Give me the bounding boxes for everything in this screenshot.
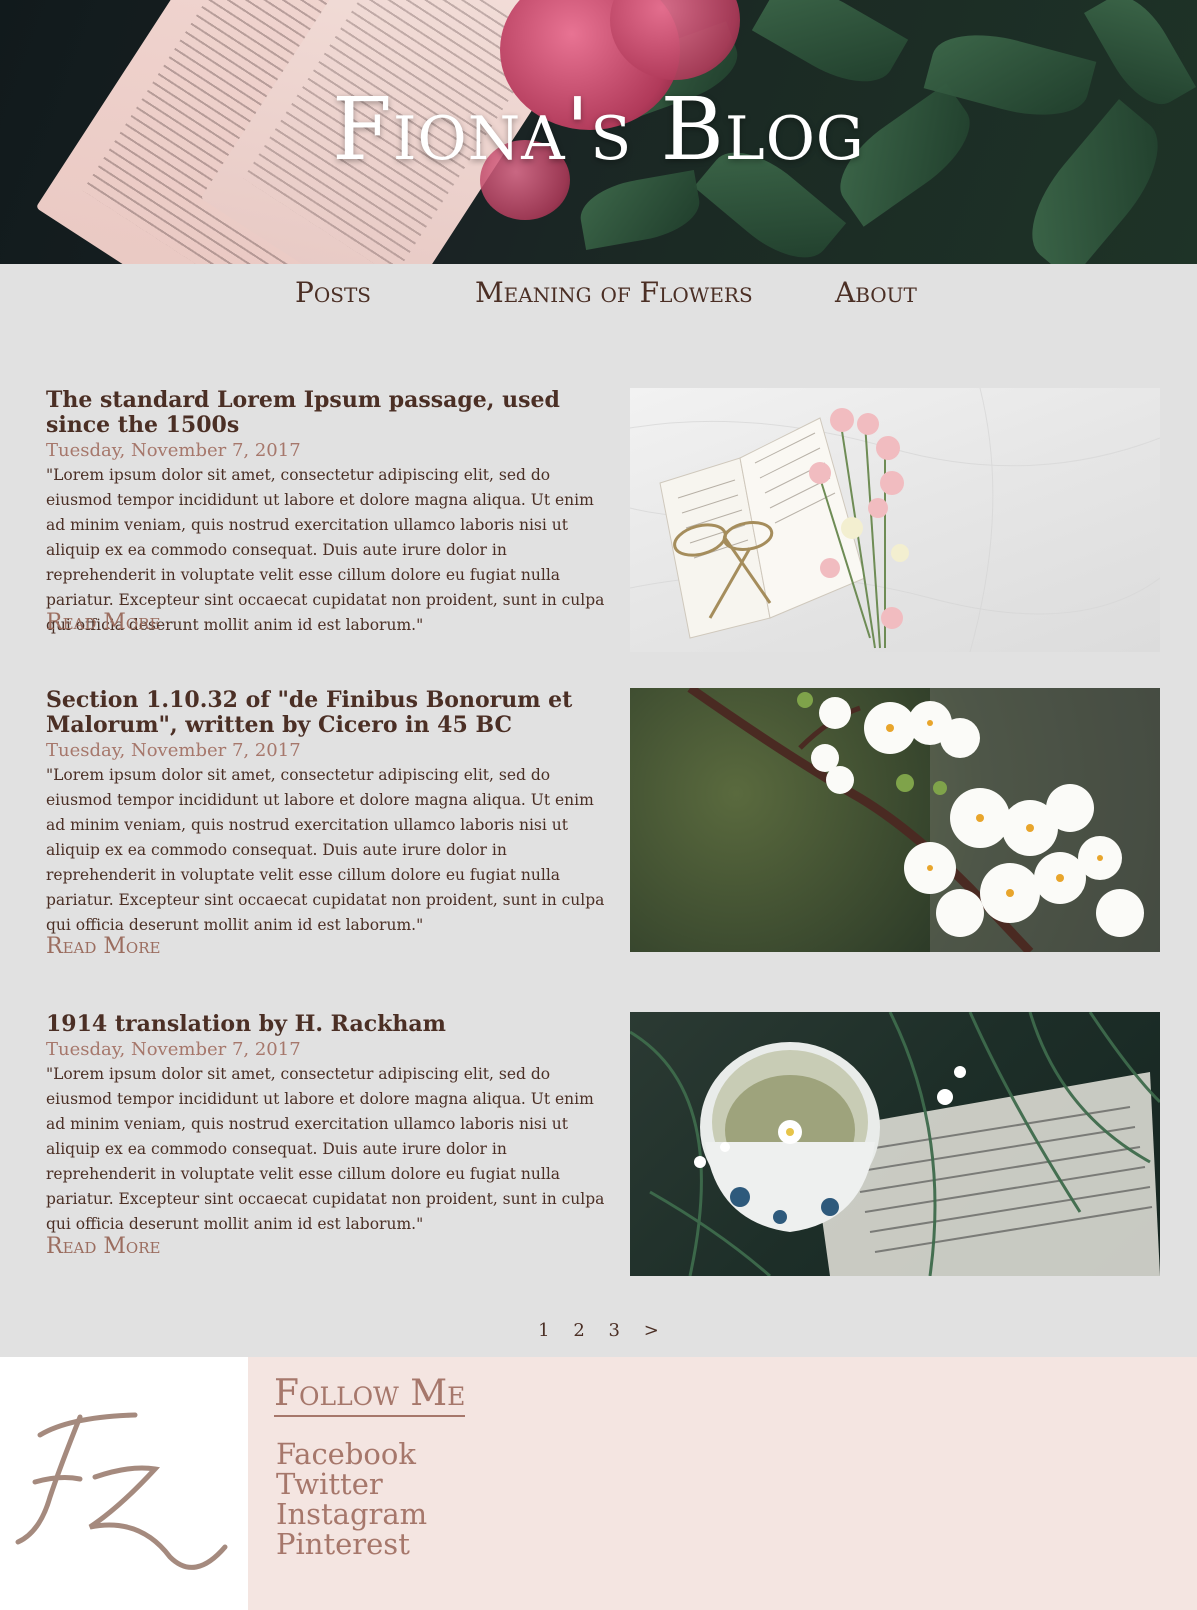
- post-image-blossom-branch[interactable]: [630, 688, 1160, 952]
- next-page-link[interactable]: >: [644, 1320, 659, 1341]
- read-more-link[interactable]: Read More: [46, 1234, 160, 1259]
- twitter-link[interactable]: Twitter: [276, 1469, 383, 1499]
- post-card: 1914 translation by H. Rackham Tuesday, …: [46, 1012, 1160, 1277]
- page-3-link[interactable]: 3: [609, 1320, 620, 1341]
- blog-title: Fiona's Blog: [332, 80, 865, 180]
- fz-logo-icon: FZ: [15, 1412, 228, 1570]
- page-2-link[interactable]: 2: [573, 1320, 584, 1341]
- post-image-book-flowers[interactable]: [630, 388, 1160, 652]
- instagram-link[interactable]: Instagram: [276, 1499, 427, 1529]
- post-image-tea-cup[interactable]: [630, 1012, 1160, 1276]
- nav-posts[interactable]: Posts: [295, 276, 371, 309]
- post-card: Section 1.10.32 of "de Finibus Bonorum e…: [46, 688, 1160, 959]
- nav-about[interactable]: About: [835, 276, 917, 309]
- post-card: The standard Lorem Ipsum passage, used s…: [46, 388, 1160, 653]
- read-more-link[interactable]: Read More: [46, 934, 160, 959]
- footer-logo-panel: FZ: [0, 1357, 248, 1610]
- post-title[interactable]: Section 1.10.32 of "de Finibus Bonorum e…: [46, 688, 606, 738]
- hero-banner: Fiona's Blog: [0, 0, 1197, 264]
- nav-meaning-of-flowers[interactable]: Meaning of Flowers: [475, 276, 753, 309]
- footer-follow-panel: Follow Me Facebook Twitter Instagram Pin…: [248, 1357, 1197, 1610]
- pagination: 1 2 3 >: [0, 1320, 1197, 1341]
- follow-me-heading: Follow Me: [274, 1375, 466, 1417]
- read-more-link[interactable]: Read More: [46, 610, 160, 635]
- pinterest-link[interactable]: Pinterest: [276, 1529, 410, 1559]
- post-excerpt: "Lorem ipsum dolor sit amet, consectetur…: [46, 766, 605, 934]
- post-title[interactable]: 1914 translation by H. Rackham: [46, 1012, 606, 1037]
- page-1-link[interactable]: 1: [538, 1320, 549, 1341]
- facebook-link[interactable]: Facebook: [276, 1439, 416, 1469]
- post-excerpt: "Lorem ipsum dolor sit amet, consectetur…: [46, 1065, 605, 1233]
- main-nav: Posts Meaning of Flowers About: [0, 264, 1197, 334]
- post-title[interactable]: The standard Lorem Ipsum passage, used s…: [46, 388, 606, 438]
